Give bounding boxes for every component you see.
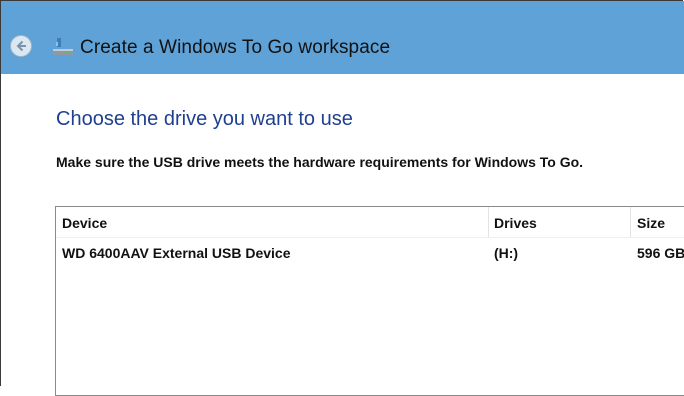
window-title: Create a Windows To Go workspace [80,37,391,58]
drive-letter-cell: (H:) [494,245,519,261]
column-header-drives[interactable]: Drives [488,207,630,237]
header-divider [56,237,684,238]
back-button[interactable] [10,35,32,57]
title-bar: Create a Windows To Go workspace [1,1,684,74]
instruction-text: Make sure the USB drive meets the hardwa… [56,154,584,170]
back-arrow-icon [16,40,26,52]
device-name-cell: WD 6400AAV External USB Device [62,245,291,261]
size-cell: 596 GB [637,245,684,261]
page-heading: Choose the drive you want to use [56,108,353,130]
device-list[interactable]: Device Drives Size WD 6400AAV External U… [55,206,684,396]
table-row[interactable]: WD 6400AAV External USB Device (H:) 596 … [56,240,684,266]
column-header-size[interactable]: Size [631,207,684,237]
column-header-device[interactable]: Device [56,207,488,237]
usb-drive-icon [53,38,73,55]
